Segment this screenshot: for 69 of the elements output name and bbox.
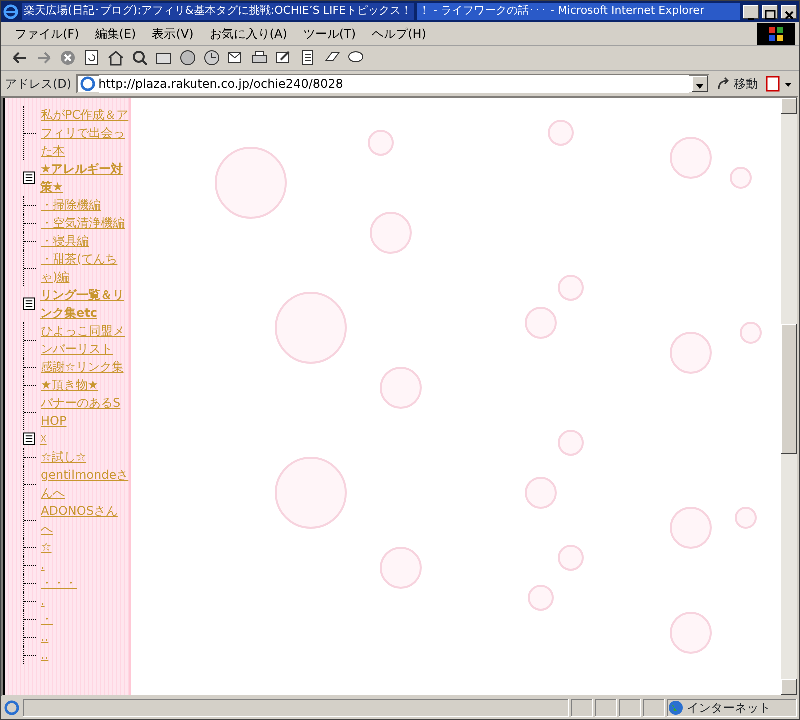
refresh-icon[interactable] [83, 49, 101, 67]
sidebar-link[interactable]: ☆ [41, 538, 129, 556]
document-icon [23, 171, 36, 185]
menu-item[interactable]: ツール(T) [295, 24, 364, 44]
sidebar-link[interactable]: . [41, 556, 129, 574]
go-arrow-icon [717, 76, 731, 90]
sidebar-link[interactable]: ☆試し☆ [41, 448, 129, 466]
sidebar-link[interactable]: 感謝☆リンク集 [41, 358, 129, 376]
globe-icon[interactable] [179, 49, 197, 67]
ie-logo-icon [3, 4, 19, 20]
sidebar-link[interactable]: gentilmondeさんへ [41, 466, 129, 502]
window-title: ！ - ライフワークの話･･･ - Microsoft Internet Explorer [417, 3, 740, 20]
sidebar-link[interactable]: バナーのあるSHOP [41, 394, 129, 430]
tree-connector [23, 610, 37, 628]
status-panel [595, 699, 617, 717]
tree-connector [23, 106, 37, 160]
document-icon [23, 297, 36, 311]
menu-item[interactable]: 編集(E) [87, 24, 144, 44]
tree-connector [23, 646, 37, 664]
tree-connector [23, 556, 37, 574]
globe-icon [668, 700, 684, 716]
address-label: アドレス(D) [5, 76, 72, 92]
maximize-icon [763, 9, 777, 22]
document-icon [23, 432, 36, 446]
home-icon[interactable] [107, 49, 125, 67]
sidebar-link[interactable]: ・・・ [41, 574, 129, 592]
maximize-button[interactable] [762, 4, 778, 18]
history-icon[interactable] [203, 49, 221, 67]
ie-page-icon [3, 699, 21, 717]
sidebar-link[interactable]: .. [41, 628, 129, 646]
sidebar-link[interactable]: .. [41, 646, 129, 664]
search-icon[interactable] [131, 49, 149, 67]
sidebar-link[interactable]: ・甜茶(てんちゃ)編 [41, 250, 129, 286]
close-button[interactable] [781, 4, 797, 18]
zone-label: インターネット [687, 700, 771, 717]
status-panel [571, 699, 593, 717]
dropdown-button[interactable] [692, 76, 708, 92]
tree-connector [23, 574, 37, 592]
tree-connector [23, 592, 37, 610]
sidebar-link[interactable]: ・寝具編 [41, 232, 129, 250]
page-icon [80, 76, 96, 92]
category-link[interactable]: ☓ [40, 430, 129, 448]
menu-item[interactable]: ヘルプ(H) [364, 24, 434, 44]
tree-connector [23, 214, 37, 232]
address-field[interactable]: http://plaza.rakuten.co.jp/ochie240/8028 [76, 74, 710, 94]
scrollbar[interactable] [781, 98, 797, 695]
menu-item[interactable]: ファイル(F) [7, 24, 88, 44]
category-link[interactable]: リング一覧＆リンク集etc [40, 286, 129, 322]
sidebar-link[interactable]: . [41, 592, 129, 610]
sidebar-link[interactable]: ADONOSさんへ [41, 502, 129, 538]
sidebar-link[interactable]: ・空気清浄機編 [41, 214, 129, 232]
stop-icon[interactable] [59, 49, 77, 67]
status-panel [619, 699, 641, 717]
minimize-button[interactable] [743, 4, 759, 18]
category-link[interactable]: ★アレルギー対策★ [40, 160, 129, 196]
minimize-icon [748, 18, 754, 20]
go-button[interactable]: 移動 [714, 74, 761, 92]
sidebar-link[interactable]: ★頂き物★ [41, 376, 129, 394]
tree-connector [23, 196, 37, 214]
menu-item[interactable]: お気に入り(A) [202, 24, 296, 44]
sidebar-link[interactable]: ・掃除機編 [41, 196, 129, 214]
sidebar-link[interactable]: 私がPC作成＆アフィリで出会った本 [41, 106, 129, 160]
tree-connector [23, 628, 37, 646]
status-panel [643, 699, 665, 717]
menu-item[interactable]: 表示(V) [144, 24, 202, 44]
windows-logo [757, 22, 795, 44]
sidebar-link[interactable]: ・ [41, 610, 129, 628]
sidebar-link[interactable]: ひよっこ同盟メンバーリスト [41, 322, 129, 358]
window-title: 楽天広場(日記･ブログ):アフィリ&基本タグに挑戦:OCHIE’S LIFEトピックス！ [22, 3, 414, 20]
